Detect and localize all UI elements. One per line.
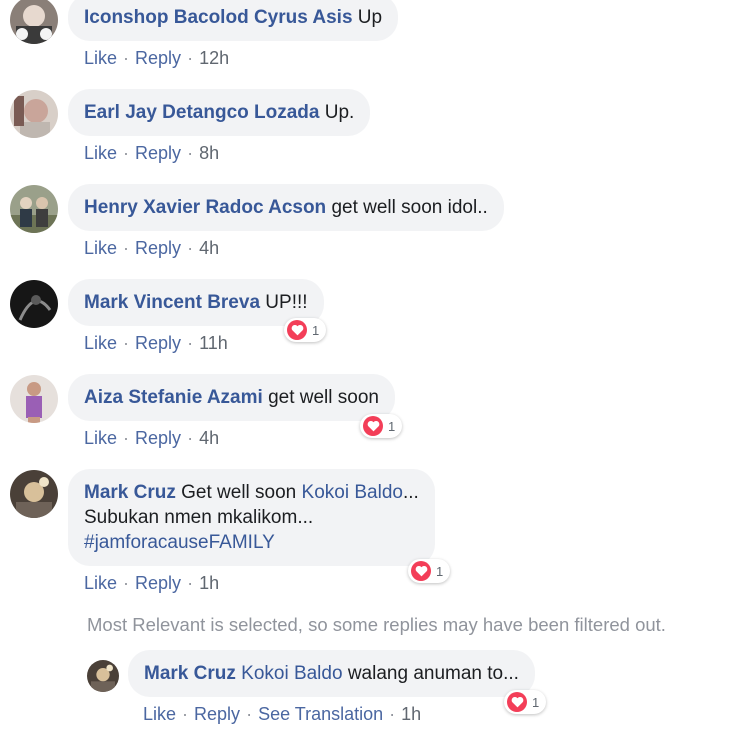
comment-author[interactable]: Earl Jay Detangco Lozada [84,102,319,123]
reply-link[interactable]: Reply [135,143,181,163]
comment-text-ellipsis: ... [402,482,419,503]
like-link[interactable]: Like [143,704,176,724]
comment-author[interactable]: Aiza Stefanie Azami [84,387,263,408]
comment-text: get well soon idol.. [331,197,488,218]
comment-actions: Like · Reply · 4h [84,428,220,448]
reply-link[interactable]: Reply [135,238,181,258]
avatar[interactable] [87,660,119,692]
like-link[interactable]: Like [84,573,117,593]
reply-text: walang anuman to... [347,663,519,684]
comment-text: UP!!! [265,292,308,313]
comment-text: Get well soon [181,482,297,503]
avatar[interactable] [10,185,58,233]
avatar[interactable] [10,280,58,328]
reply-author[interactable]: Mark Cruz [144,663,236,684]
reaction-count: 1 [388,418,396,434]
comment-bubble: Earl Jay Detangco Lozada Up. [68,89,371,136]
comment-text: Up [357,7,383,28]
comment-time[interactable]: 4h [199,428,219,448]
comment-author[interactable]: Mark Vincent Breva [84,292,260,313]
reply-link[interactable]: Reply [135,48,181,68]
reply-actions: Like · Reply · See Translation · 1h [143,704,422,724]
comment-bubble: Mark Cruz Get well soon Kokoi Baldo... S… [68,469,435,566]
reaction-count: 1 [312,322,320,338]
comment-time[interactable]: 1h [199,573,219,593]
comment-time[interactable]: 12h [199,48,229,68]
comment-author[interactable]: Iconshop Bacolod Cyrus Asis [84,7,353,28]
comment-text-line: Subukan nmen mkalikom... [84,507,314,528]
filter-notice: Most Relevant is selected, so some repli… [87,614,666,635]
comment-bubble: Aiza Stefanie Azami get well soon [68,374,395,421]
comment-author[interactable]: Mark Cruz [84,482,176,503]
reply-time[interactable]: 1h [401,704,421,724]
avatar[interactable] [10,0,58,44]
reply-link[interactable]: Reply [135,333,181,353]
heart-icon [411,561,431,581]
comment-actions: Like · Reply · 8h [84,143,220,163]
see-translation-link[interactable]: See Translation [258,704,383,724]
heart-icon [287,320,307,340]
like-link[interactable]: Like [84,143,117,163]
reaction-badge[interactable]: 1 [504,690,547,714]
reaction-count: 1 [436,563,444,579]
reaction-badge[interactable]: 1 [408,559,451,583]
comment-author[interactable]: Henry Xavier Radoc Acson [84,197,326,218]
comment-time[interactable]: 11h [199,333,228,353]
comment-time[interactable]: 8h [199,143,219,163]
comment-actions: Like · Reply · 12h [84,48,230,68]
like-link[interactable]: Like [84,238,117,258]
reaction-badge[interactable]: 1 [360,414,403,438]
comment-actions: Like · Reply · 11h [84,333,228,353]
avatar[interactable] [10,90,58,138]
reply-link[interactable]: Reply [194,704,240,724]
reaction-count: 1 [532,694,540,710]
comment-actions: Like · Reply · 1h [84,573,220,593]
like-link[interactable]: Like [84,428,117,448]
mention-link[interactable]: Kokoi Baldo [302,482,403,503]
comment-text: get well soon [268,387,379,408]
comment-bubble: Iconshop Bacolod Cyrus Asis Up [68,0,399,41]
comment-time[interactable]: 4h [199,238,219,258]
hashtag-link[interactable]: #jamforacauseFAMILY [84,530,419,555]
heart-icon [363,416,383,436]
like-link[interactable]: Like [84,333,117,353]
comment-bubble: Henry Xavier Radoc Acson get well soon i… [68,184,504,231]
comment-actions: Like · Reply · 4h [84,238,220,258]
like-link[interactable]: Like [84,48,117,68]
heart-icon [507,692,527,712]
comment-bubble: Mark Vincent Breva UP!!! [68,279,324,326]
reaction-badge[interactable]: 1 [284,318,327,342]
comment-text: Up. [324,102,355,123]
reply-link[interactable]: Reply [135,573,181,593]
avatar[interactable] [10,375,58,423]
avatar[interactable] [10,470,58,518]
mention-link[interactable]: Kokoi Baldo [241,663,342,684]
reply-bubble: Mark Cruz Kokoi Baldo walang anuman to..… [128,650,535,697]
reply-link[interactable]: Reply [135,428,181,448]
